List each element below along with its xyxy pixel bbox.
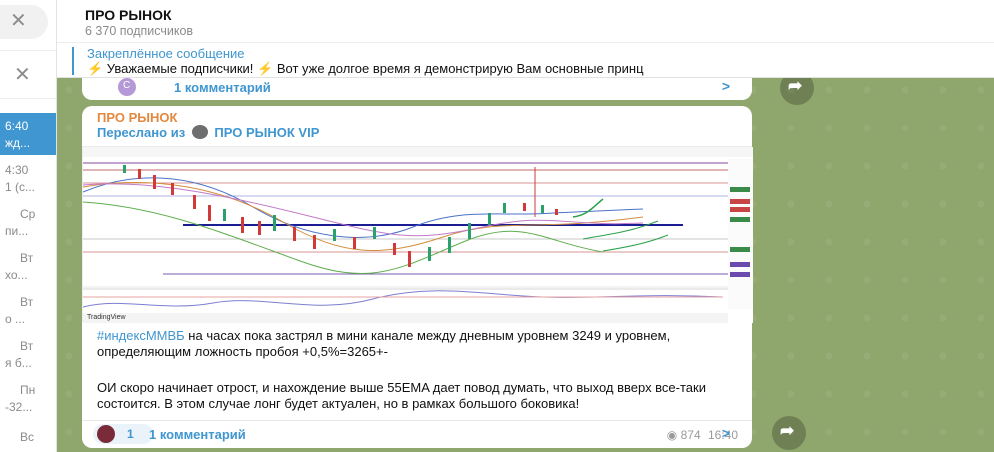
chat-list: ✕ ✕ 6:40 жд... 4:30 1 (с... Ср пи... Вт … — [0, 0, 57, 452]
close-icon[interactable]: ✕ — [10, 11, 27, 31]
divider — [0, 98, 56, 99]
subscriber-count: 6 370 подписчиков — [85, 24, 194, 38]
chevron-right-icon: > — [721, 425, 730, 441]
chat-item-preview: -32... — [5, 400, 33, 414]
chat-item-time: Ср — [20, 207, 36, 221]
chat-item-time: 4:30 — [5, 163, 29, 177]
chat-item-time: Пн — [20, 383, 36, 397]
hashtag-link[interactable]: #индексМMВБ — [97, 328, 185, 343]
post-card: ПРО РЫНОК Переслано из ПРО РЫНОК VIP Tra… — [82, 106, 753, 448]
chat-item-preview: о ... — [5, 312, 26, 326]
comments-label: 1 комментарий — [149, 427, 246, 442]
pinned-text: ⚡ Уважаемые подписчики! ⚡ Вот уже долгое… — [87, 61, 644, 76]
divider — [0, 50, 56, 51]
channel-title: ПРО РЫНОК — [85, 7, 172, 23]
pinned-accent-bar — [72, 47, 74, 75]
chat-item-preview: я б... — [5, 356, 32, 370]
chat-item-time: 6:40 — [5, 119, 29, 133]
chat-item-time: Вт — [20, 295, 34, 309]
chat-area: С 1 комментарий > ➦ ПРО РЫНОК Переслано … — [57, 78, 994, 452]
post-channel-name: ПРО РЫНОК — [97, 110, 178, 125]
post-text-paragraph-2: ОИ скоро начинает отрост, и нахождение в… — [97, 380, 706, 411]
chat-header[interactable]: ПРО РЫНОК 6 370 подписчиков — [57, 0, 994, 42]
commenter-avatar: С — [118, 78, 136, 96]
forwarded-from[interactable]: Переслано из ПРО РЫНОК VIP — [97, 125, 319, 140]
post-text-paragraph-1: #индексМMВБ на часах пока застрял в мини… — [97, 328, 737, 359]
chat-item-preview: 1 (с... — [5, 180, 36, 194]
source-avatar — [191, 125, 208, 139]
previous-post-footer: С 1 комментарий > — [82, 78, 752, 100]
forwarded-prefix: Переслано из — [97, 125, 186, 140]
close-icon[interactable]: ✕ — [14, 65, 31, 85]
chat-item-preview: пи... — [5, 224, 29, 238]
pinned-message[interactable]: Закреплённое сообщение ⚡ Уважаемые подпи… — [57, 42, 994, 78]
chat-item-active[interactable]: 6:40 жд... — [0, 113, 56, 155]
chat-item-time: Вт — [20, 339, 34, 353]
search-bar[interactable]: ✕ — [0, 5, 48, 39]
pinned-label: Закреплённое сообщение — [87, 46, 245, 61]
svg-text:TradingView: TradingView — [87, 314, 126, 321]
comments-bar[interactable]: 1 комментарий > — [82, 420, 752, 446]
chat-item-preview: жд... — [5, 136, 31, 150]
chart-screenshot-image[interactable]: TradingView — [82, 146, 753, 323]
chat-item-preview: хо... — [5, 268, 28, 282]
comments-bar[interactable]: С 1 комментарий > — [82, 78, 752, 100]
commenter-avatar — [97, 425, 115, 443]
forwarded-source: ПРО РЫНОК VIP — [214, 125, 320, 140]
share-arrow-icon: ➦ — [780, 421, 795, 440]
chart-image-drawing: TradingView — [82, 147, 753, 323]
chat-item-time: Вс — [20, 430, 35, 444]
share-arrow-icon: ➦ — [788, 78, 803, 95]
chevron-right-icon: > — [721, 78, 730, 94]
chat-item-time: Вт — [20, 251, 34, 265]
comments-label: 1 комментарий — [174, 80, 271, 95]
share-button[interactable]: ➦ — [772, 416, 806, 450]
